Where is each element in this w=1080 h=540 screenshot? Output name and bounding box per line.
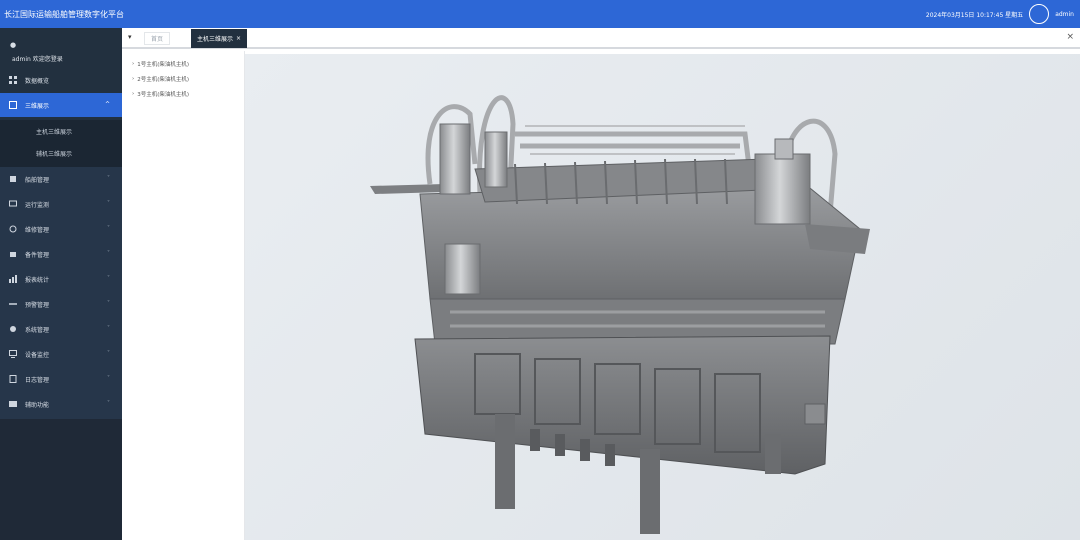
monitor-icon — [9, 200, 17, 208]
caret-right-icon: › — [132, 61, 135, 67]
sidebar-item-monitor[interactable]: 运行监测 ˅ — [0, 192, 122, 216]
sidebar-footer — [0, 419, 122, 540]
chevron-down-icon: ˅ — [107, 400, 110, 407]
chevron-up-icon: ^ — [104, 101, 110, 108]
header-bar: 长江国际运输船舶管理数字化平台 2024年03月15日 10:17:45 星期五… — [0, 0, 1080, 28]
user-indicator-icon: ● — [10, 41, 17, 49]
sidebar-item-reports[interactable]: 报表统计 ˅ — [0, 267, 122, 291]
chevron-down-icon: ˅ — [107, 225, 110, 232]
avatar[interactable] — [1029, 4, 1050, 24]
chart-icon — [9, 275, 17, 283]
chevron-down-icon: ˅ — [107, 350, 110, 357]
cube-icon — [9, 101, 17, 109]
chevron-down-icon: ˅ — [107, 300, 110, 307]
3d-viewer[interactable] — [245, 54, 1080, 540]
sidebar: ● admin 欢迎您登录 数据概览 三维展示 ^ 主机三维展示 辅机三维展示 … — [0, 28, 122, 540]
sidebar-item-ship[interactable]: 船舶管理 ˅ — [0, 167, 122, 191]
username-label[interactable]: admin — [1055, 11, 1074, 18]
header-right: 2024年03月15日 10:17:45 星期五 admin — [926, 4, 1074, 24]
sidebar-item-overview[interactable]: 数据概览 — [0, 68, 122, 92]
sidebar-item-repair[interactable]: 维修管理 ˅ — [0, 217, 122, 241]
chevron-down-icon: ˅ — [107, 325, 110, 332]
equipment-tree: › 1号主机(柴油机主机) › 2号主机(柴油机主机) › 3号主机(柴油机主机… — [122, 51, 245, 540]
screen-icon — [9, 350, 17, 358]
sidebar-item-3d-view[interactable]: 三维展示 ^ — [0, 93, 122, 117]
gear-icon — [9, 325, 17, 333]
sidebar-item-logs[interactable]: 日志管理 ˅ — [0, 367, 122, 391]
tab-bar: ▾ 首页 主机三维展示 × × — [122, 28, 1080, 49]
sidebar-item-system[interactable]: 系统管理 ˅ — [0, 317, 122, 341]
tree-node[interactable]: › 2号主机(柴油机主机) — [132, 75, 189, 83]
engine-3d-model[interactable] — [245, 54, 1080, 540]
sidebar-item-devices[interactable]: 设备监控 ˅ — [0, 342, 122, 366]
chevron-down-icon: ˅ — [107, 375, 110, 382]
datetime-label: 2024年03月15日 10:17:45 星期五 — [925, 11, 1024, 19]
tree-node[interactable]: › 1号主机(柴油机主机) — [132, 60, 189, 68]
sidebar-item-parts[interactable]: 备件管理 ˅ — [0, 242, 122, 266]
close-icon[interactable]: × — [1066, 32, 1074, 42]
dashboard-icon — [9, 76, 17, 84]
tab-main-engine-3d[interactable]: 主机三维展示 × — [191, 29, 248, 48]
alert-icon — [9, 300, 17, 308]
sidebar-item-alerts[interactable]: 预警管理 ˅ — [0, 292, 122, 316]
user-block: ● admin 欢迎您登录 — [0, 36, 122, 66]
tab-home[interactable]: 首页 — [144, 32, 171, 45]
chevron-down-icon: ˅ — [107, 175, 110, 182]
sidebar-item-tools[interactable]: 辅助功能 ˅ — [0, 392, 122, 416]
tab-close-icon[interactable]: × — [236, 35, 241, 42]
box-icon — [9, 250, 17, 258]
app-title: 长江国际运输船舶管理数字化平台 — [4, 10, 124, 19]
caret-right-icon: › — [132, 91, 135, 97]
tree-node[interactable]: › 3号主机(柴油机主机) — [132, 90, 189, 98]
submenu-3d: 主机三维展示 辅机三维展示 — [0, 120, 122, 167]
submenu-item-main-engine[interactable]: 主机三维展示 — [36, 127, 72, 136]
user-welcome: admin 欢迎您登录 — [12, 56, 63, 63]
wrench-icon — [9, 225, 17, 233]
tool-icon — [9, 400, 17, 408]
log-icon — [9, 375, 17, 383]
ship-icon — [9, 175, 17, 183]
chevron-down-icon: ˅ — [107, 200, 110, 207]
chevron-down-icon: ˅ — [107, 275, 110, 282]
chevron-down-icon: ˅ — [107, 250, 110, 257]
submenu-item-aux-engine[interactable]: 辅机三维展示 — [36, 149, 72, 158]
tab-menu-caret-icon[interactable]: ▾ — [128, 33, 132, 41]
caret-right-icon: › — [132, 76, 135, 82]
